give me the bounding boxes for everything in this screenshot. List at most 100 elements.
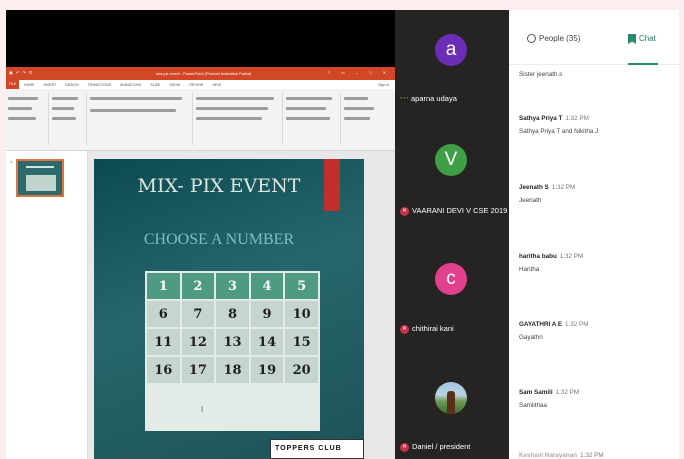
ribbon-tab-list[interactable]: HOME INSERT DESIGN TRANSITIONS ANIMATION…: [24, 83, 221, 87]
side-panel: People (35) Chat Sister jeenath.s Sathya…: [509, 10, 679, 459]
ribbon-tabs: FILE HOME INSERT DESIGN TRANSITIONS ANIM…: [6, 80, 395, 89]
table-row: 1 2 3 4 5: [147, 273, 318, 299]
message-text: Jeenath: [519, 197, 542, 204]
grid-cell[interactable]: 14: [250, 329, 284, 355]
powerpoint-window: ▣ ↶ ↷ ⊡ mix-pix event - PowerPoint (Prod…: [6, 67, 395, 459]
grid-cell[interactable]: 17: [181, 357, 215, 383]
grid-cell[interactable]: 15: [285, 329, 318, 355]
number-grid: 1 2 3 4 5 6 7 8 9 10 11 12 13 14 15 16 1…: [145, 271, 320, 431]
ribbon-toolbar: [6, 89, 395, 151]
chat-message: Keshavi Narayanan 1:32 PM: [519, 452, 679, 459]
participant-tile[interactable]: ✕ Daniel / president: [395, 376, 509, 459]
mic-muted-icon: ✕: [400, 206, 409, 216]
grid-cell[interactable]: 7: [181, 301, 215, 327]
message-time: 1:32 PM: [565, 115, 589, 122]
grid-cell[interactable]: 3: [216, 273, 249, 299]
slide[interactable]: MIX- PIX EVENT CHOOSE A NUMBER 1 2 3 4 5: [94, 159, 364, 459]
grid-cell[interactable]: 11: [147, 329, 180, 355]
chat-message: Jeenath S 1:32 PM Jeenath: [519, 184, 679, 204]
message-text: Samiithaa: [519, 402, 548, 409]
window-controls-icon[interactable]: ? ▭ – □ ✕: [328, 70, 391, 75]
chat-message: Sam Samili 1:32 PM Samiithaa: [519, 389, 679, 409]
grid-cell[interactable]: 6: [147, 301, 180, 327]
message-author: Keshavi Narayanan 1:32 PM: [519, 452, 604, 459]
ppt-window-title: mix-pix event - PowerPoint (Product Acti…: [156, 71, 252, 76]
avatar: a: [435, 34, 467, 66]
participant-tile[interactable]: V ✕ VAARANI DEVI V CSE 2019: [395, 140, 509, 250]
message-time: 1:32 PM: [555, 389, 580, 396]
grid-cell[interactable]: 5: [285, 273, 318, 299]
tab-view[interactable]: VIEW: [212, 83, 221, 87]
grid-cell[interactable]: 4: [250, 273, 284, 299]
participant-name: ✕ chithirai kani: [400, 324, 454, 334]
drawing-group[interactable]: [286, 93, 341, 145]
meeting-window: ▣ ↶ ↷ ⊡ mix-pix event - PowerPoint (Prod…: [0, 0, 684, 459]
speaking-indicator-icon: ···: [400, 93, 409, 103]
grid-cell[interactable]: 8: [216, 301, 249, 327]
grid-cell[interactable]: 9: [250, 301, 284, 327]
slide-title: MIX- PIX EVENT: [137, 175, 301, 197]
message-author: Sathya Priya T 1:32 PM: [519, 115, 589, 122]
participant-name: ✕ VAARANI DEVI V CSE 2019: [400, 206, 508, 216]
editing-group[interactable]: [344, 93, 388, 141]
message-author: Jeenath S 1:32 PM: [519, 184, 576, 191]
grid-cell[interactable]: 1: [147, 273, 180, 299]
shared-screen: ▣ ↶ ↷ ⊡ mix-pix event - PowerPoint (Prod…: [6, 10, 395, 459]
clipboard-group[interactable]: [8, 93, 49, 145]
chat-icon: [628, 34, 636, 44]
table-row: 16 17 18 19 20: [147, 357, 318, 383]
chat-message: haritha babu 1:32 PM Haritha: [519, 253, 679, 273]
grid-cell[interactable]: 19: [250, 357, 284, 383]
table-row: 6 7 8 9 10: [147, 301, 318, 327]
tab-chat[interactable]: Chat: [628, 34, 656, 44]
tab-home[interactable]: HOME: [24, 83, 35, 87]
mic-muted-icon: ✕: [400, 324, 409, 334]
table-row: 11 12 13 14 15: [147, 329, 318, 355]
message-time: 1:32 PM: [559, 253, 584, 260]
tab-insert[interactable]: INSERT: [43, 83, 56, 87]
slide-thumbnails-pane: 1: [6, 151, 88, 459]
slide-number: 1: [10, 159, 13, 164]
mic-muted-icon: ✕: [400, 442, 409, 452]
tab-people[interactable]: People (35): [527, 34, 580, 44]
paragraph-group[interactable]: [196, 93, 283, 145]
tab-review[interactable]: REVIEW: [189, 83, 203, 87]
slide-canvas: MIX- PIX EVENT CHOOSE A NUMBER 1 2 3 4 5: [88, 151, 395, 459]
slide-thumbnail[interactable]: [16, 159, 64, 197]
message-author: GAYATHRI A E 1:32 PM: [519, 321, 589, 328]
avatar: c: [435, 263, 467, 295]
slides-group[interactable]: [52, 93, 87, 145]
grid-cell[interactable]: 13: [216, 329, 249, 355]
sign-in-link[interactable]: Sign in: [378, 83, 389, 87]
chat-message: Sister jeenath.s: [519, 71, 679, 78]
grid-cell[interactable]: 2: [181, 273, 215, 299]
participant-tile[interactable]: c ✕ chithirai kani: [395, 260, 509, 370]
quick-access-icons[interactable]: ▣ ↶ ↷ ⊡: [9, 70, 33, 75]
message-author: Sam Samili 1:32 PM: [519, 389, 580, 396]
tab-design[interactable]: DESIGN: [65, 83, 78, 87]
active-tab-indicator: [628, 63, 658, 65]
tab-transitions[interactable]: TRANSITIONS: [88, 83, 112, 87]
message-time: 1:32 PM: [565, 321, 589, 328]
tab-animations[interactable]: ANIMATIONS: [120, 83, 142, 87]
ppt-title-bar: ▣ ↶ ↷ ⊡ mix-pix event - PowerPoint (Prod…: [6, 67, 395, 80]
message-time: 1:32 PM: [580, 452, 604, 459]
chat-message: GAYATHRI A E 1:32 PM Gayathri: [519, 321, 679, 341]
tab-file[interactable]: FILE: [6, 80, 19, 89]
message-text: Sister jeenath.s: [519, 71, 563, 78]
avatar: V: [435, 144, 467, 176]
message-text: Gayathri: [519, 334, 543, 341]
grid-cell[interactable]: 16: [147, 357, 180, 383]
participant-name: ··· aparna udaya: [400, 93, 457, 103]
message-author: haritha babu 1:32 PM: [519, 253, 584, 260]
participant-tile[interactable]: a ··· aparna udaya: [395, 24, 509, 134]
avatar: [435, 382, 467, 414]
font-group[interactable]: [90, 93, 193, 145]
message-text: Haritha: [519, 266, 540, 273]
tab-slide-show[interactable]: SLIDE SHOW: [150, 83, 180, 87]
grid-cell[interactable]: 18: [216, 357, 249, 383]
grid-cell[interactable]: 12: [181, 329, 215, 355]
grid-cell[interactable]: 20: [285, 357, 318, 383]
grid-cell[interactable]: 10: [285, 301, 318, 327]
text-cursor-icon: I: [201, 405, 204, 414]
